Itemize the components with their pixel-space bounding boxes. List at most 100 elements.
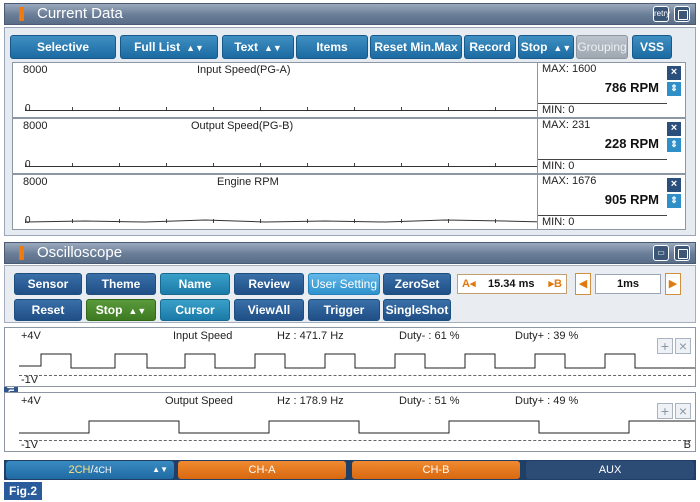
window-icon[interactable]: ▭	[653, 245, 669, 261]
graph-input-speed: 8000 Input Speed(PG-A) 0 MAX: 1600 786 R…	[12, 62, 686, 118]
graph-scale-top: 8000	[23, 120, 48, 132]
graph-min: MIN: 0	[542, 104, 575, 116]
ch-a-button[interactable]: CH-A	[178, 461, 346, 479]
graph-baseline	[25, 166, 543, 167]
retry-icon[interactable]: retry	[653, 6, 670, 22]
viewall-button[interactable]: ViewAll	[234, 299, 304, 321]
stop-dropdown[interactable]: Stop ▲▼	[86, 299, 156, 321]
scope-hz: Hz : 471.7 Hz	[277, 330, 344, 342]
time-div-value: 1ms	[595, 274, 661, 294]
current-data-title: Current Data	[37, 5, 123, 22]
items-list-dropdown[interactable]: Items List▲▼	[296, 35, 368, 76]
graph-value: 905 RPM	[604, 192, 659, 207]
root: Current Data retry Selective Display▲▼ F…	[0, 0, 700, 502]
channel-count-dropdown[interactable]: 2CH/4CH ▲▼	[6, 461, 174, 479]
graph-title: Engine RPM	[217, 176, 279, 188]
reset-min-max-button[interactable]: Reset Min.Max	[370, 35, 462, 59]
close-icon[interactable]: ×	[675, 338, 691, 354]
sort-icon[interactable]: ⇕	[667, 194, 681, 208]
maximize-icon[interactable]	[674, 245, 690, 261]
scope-channel-name: Output Speed	[165, 395, 233, 407]
scope-scale-top: +4V	[21, 330, 41, 342]
close-icon[interactable]: ×	[667, 178, 681, 192]
scope-duty-minus: Duty- : 51 %	[399, 395, 460, 407]
scope-dashed-line	[19, 375, 691, 376]
user-setting-button[interactable]: User Setting	[308, 273, 380, 295]
reset-button[interactable]: Reset	[14, 299, 82, 321]
output-speed-waveform	[19, 420, 695, 434]
ch2-label: 2CH	[68, 464, 91, 476]
input-speed-waveform	[19, 353, 695, 369]
review-button[interactable]: Review	[234, 273, 304, 295]
updown-arrow-icon: ▲▼	[128, 306, 147, 316]
graph-min: MIN: 0	[542, 160, 575, 172]
graph-baseline	[25, 110, 543, 111]
close-icon[interactable]: ×	[667, 66, 681, 80]
scope-scale-bottom: -1V	[21, 374, 39, 386]
graph-scale-top: 8000	[23, 176, 48, 188]
engine-rpm-trace	[25, 219, 545, 223]
updown-arrow-icon: ▲▼	[553, 43, 572, 53]
text-label: Text	[234, 40, 258, 54]
scope-cursor-marker: B	[683, 439, 691, 451]
scope-duty-plus: Duty+ : 39 %	[515, 330, 579, 342]
ch4-label: 4CH	[93, 465, 112, 475]
graph-readout: MAX: 231 228 RPM MIN: 0 × ⇕	[537, 119, 685, 173]
stop-dropdown[interactable]: Stop ▲▼	[518, 35, 574, 59]
graph-max: MAX: 231	[542, 119, 591, 131]
theme-button[interactable]: Theme	[86, 273, 156, 295]
time-decrease-icon[interactable]: ◀	[575, 273, 591, 295]
full-list-label: Full List	[134, 40, 181, 54]
oscilloscope-titlebar: Oscilloscope ▭	[4, 242, 696, 264]
stop-label: Stop	[520, 40, 548, 54]
close-icon[interactable]: ×	[675, 403, 691, 419]
sort-icon[interactable]: ⇕	[667, 82, 681, 96]
graph-max: MAX: 1676	[542, 175, 597, 187]
sensor-button[interactable]: Sensor	[14, 273, 82, 295]
oscilloscope-title: Oscilloscope	[37, 244, 123, 261]
grouping-button[interactable]: Grouping	[576, 35, 628, 59]
scope-channel-input-speed: +4V Input Speed Hz : 471.7 Hz Duty- : 61…	[4, 327, 696, 387]
aux-button[interactable]: AUX	[526, 461, 694, 479]
scope-icons: + ×	[655, 338, 691, 356]
scope-channel-name: Input Speed	[173, 330, 233, 342]
plus-icon[interactable]: +	[657, 338, 673, 354]
oscilloscope-controls: Sensor Theme Name Review User Setting Ze…	[4, 265, 696, 323]
vss-button[interactable]: VSS	[632, 35, 672, 59]
scope-scale-bottom: -1V	[21, 439, 39, 451]
record-button[interactable]: Record	[464, 35, 516, 59]
graph-value: 228 RPM	[604, 136, 659, 151]
maximize-icon[interactable]	[674, 6, 690, 22]
trigger-button[interactable]: Trigger	[308, 299, 380, 321]
text-dropdown[interactable]: Text ▲▼	[222, 35, 294, 59]
full-list-dropdown[interactable]: Full List ▲▼	[120, 35, 218, 59]
scope-duty-plus: Duty+ : 49 %	[515, 395, 579, 407]
singleshot-button[interactable]: SingleShot	[383, 299, 451, 321]
cursor-time-value: 15.34 ms	[488, 278, 535, 290]
zeroset-button[interactable]: ZeroSet	[383, 273, 451, 295]
scope-icons: + ×	[655, 403, 691, 421]
graph-max: MAX: 1600	[542, 63, 597, 75]
close-icon[interactable]: ×	[667, 122, 681, 136]
plus-icon[interactable]: +	[657, 403, 673, 419]
cursor-b-label: ▸B	[548, 278, 562, 290]
scope-dashed-line	[19, 440, 691, 441]
ch-b-button[interactable]: CH-B	[352, 461, 520, 479]
channel-bar: 2CH/4CH ▲▼ CH-A CH-B AUX	[4, 460, 696, 480]
scope-hz: Hz : 178.9 Hz	[277, 395, 344, 407]
cursor-button[interactable]: Cursor	[160, 299, 230, 321]
sort-icon[interactable]: ⇕	[667, 138, 681, 152]
updown-arrow-icon: ▲▼	[263, 43, 282, 53]
graph-title: Output Speed(PG-B)	[191, 120, 294, 132]
time-increase-icon[interactable]: ▶	[665, 273, 681, 295]
stop-label: Stop	[95, 303, 123, 317]
name-button[interactable]: Name	[160, 273, 230, 295]
figure-label: Fig.2	[4, 482, 42, 500]
graph-scale-top: 8000	[23, 64, 48, 76]
scope-channel-output-speed: +4V Output Speed Hz : 178.9 Hz Duty- : 5…	[4, 392, 696, 452]
graph-output-speed: 8000 Output Speed(PG-B) 0 MAX: 231 228 R…	[12, 118, 686, 174]
graph-value: 786 RPM	[604, 80, 659, 95]
selective-display-dropdown[interactable]: Selective Display▲▼	[10, 35, 116, 76]
graph-min: MIN: 0	[542, 216, 575, 228]
cursor-time-box: A◂ 15.34 ms ▸B	[457, 274, 567, 294]
